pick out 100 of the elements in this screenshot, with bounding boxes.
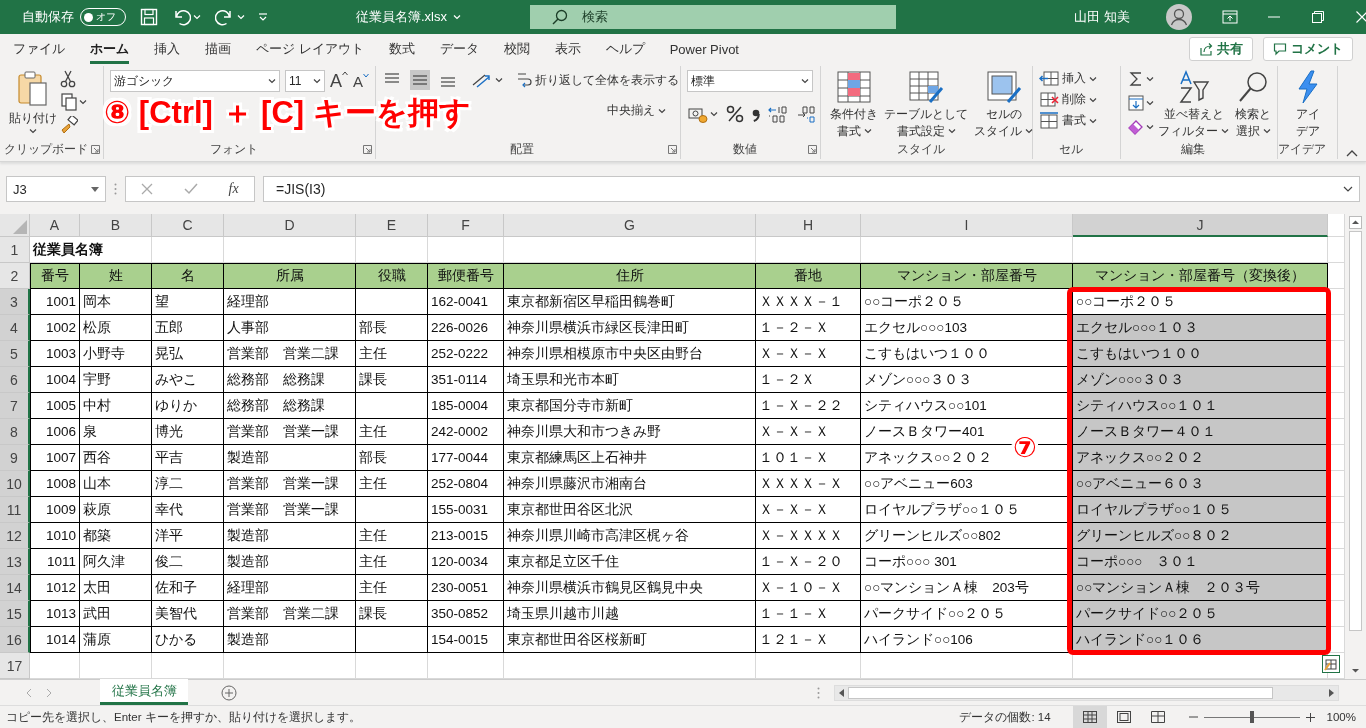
row-header[interactable]: 4 bbox=[0, 315, 30, 341]
column-heading: マンション・部屋番号（変換後） bbox=[1073, 263, 1328, 289]
row-header[interactable]: 2 bbox=[0, 263, 30, 289]
column-header[interactable]: E bbox=[356, 214, 428, 237]
table-cell: 美智代 bbox=[152, 601, 224, 627]
table-cell: 経理部 bbox=[224, 575, 356, 601]
sort-filter-button[interactable]: 並べ替えと フィルター bbox=[1155, 70, 1232, 139]
table-cell: シティハウス○○101 bbox=[861, 393, 1073, 419]
table-cell: １－Ｘ－２０ bbox=[756, 549, 861, 575]
table-cell: ハイランド○○１０６ bbox=[1073, 627, 1328, 653]
column-header[interactable]: D bbox=[224, 214, 356, 237]
delete-button[interactable]: 削除 bbox=[1039, 91, 1097, 108]
row-header[interactable]: 12 bbox=[0, 523, 30, 549]
row-header[interactable]: 5 bbox=[0, 341, 30, 367]
table-cell: 岡本 bbox=[80, 289, 152, 315]
insert-function-button[interactable]: fx bbox=[228, 181, 239, 197]
name-box[interactable]: J3 bbox=[6, 176, 106, 202]
column-header[interactable]: F bbox=[428, 214, 504, 237]
menu-tab[interactable]: 校閲 bbox=[503, 34, 530, 64]
column-header[interactable]: C bbox=[152, 214, 224, 237]
row-header[interactable]: 13 bbox=[0, 549, 30, 575]
number-format-field[interactable]: 標準 bbox=[687, 70, 813, 92]
column-header[interactable]: A bbox=[30, 214, 80, 237]
table-cell: 東京都新宿区早稲田鶴巻町 bbox=[504, 289, 756, 315]
table-cell: 博光 bbox=[152, 419, 224, 445]
search-field[interactable]: 検索 bbox=[530, 5, 896, 29]
row-header[interactable]: 16 bbox=[0, 627, 30, 653]
group-label: 編集 bbox=[1181, 140, 1205, 158]
row-header[interactable]: 11 bbox=[0, 497, 30, 523]
table-cell: 226-0026 bbox=[428, 315, 504, 341]
paste-button[interactable]: 貼り付け bbox=[6, 70, 60, 139]
table-cell: Ｘ－Ｘ－Ｘ bbox=[756, 497, 861, 523]
menu-tab[interactable]: 数式 bbox=[388, 34, 415, 64]
find-select-button[interactable]: 検索と 選択 bbox=[1232, 70, 1274, 139]
font-size-field[interactable]: 11 bbox=[285, 70, 325, 92]
column-header[interactable]: I bbox=[861, 214, 1073, 237]
share-button[interactable]: 共有 bbox=[1189, 37, 1253, 61]
table-cell: 洋平 bbox=[152, 523, 224, 549]
table-cell: 主任 bbox=[356, 523, 428, 549]
shrink-font-button[interactable]: A bbox=[353, 72, 370, 90]
format-button[interactable]: 書式 bbox=[1039, 112, 1097, 129]
table-cell: 1006 bbox=[30, 419, 80, 445]
row-header[interactable]: 9 bbox=[0, 445, 30, 471]
row-header[interactable]: 10 bbox=[0, 471, 30, 497]
format-as-table-button[interactable]: テーブルとして 書式設定 bbox=[881, 70, 971, 139]
row-header[interactable]: 8 bbox=[0, 419, 30, 445]
table-cell: 望 bbox=[152, 289, 224, 315]
cell-styles-button[interactable]: セルの スタイル bbox=[971, 70, 1036, 139]
menu-tab[interactable]: 描画 bbox=[205, 34, 231, 64]
table-cell: 営業部 営業二課 bbox=[224, 341, 356, 367]
table-cell: 神奈川県相模原市中央区由野台 bbox=[504, 341, 756, 367]
column-heading: 郵便番号 bbox=[428, 263, 504, 289]
table-cell: グリーンヒルズ○○８０２ bbox=[1073, 523, 1328, 549]
column-header[interactable]: H bbox=[756, 214, 861, 237]
menu-tab[interactable]: Power Pivot bbox=[669, 34, 739, 64]
table-cell: 埼玉県川越市川越 bbox=[504, 601, 756, 627]
row-header[interactable]: 7 bbox=[0, 393, 30, 419]
conditional-format-button[interactable]: 条件付き 書式 bbox=[827, 70, 881, 139]
wrap-text-button[interactable]: 折り返して全体を表示する bbox=[516, 71, 679, 89]
table-cell: １－２－Ｘ bbox=[756, 315, 861, 341]
column-heading: 番地 bbox=[756, 263, 861, 289]
table-cell: 製造部 bbox=[224, 445, 356, 471]
table-cell: 1005 bbox=[30, 393, 80, 419]
font-name-field[interactable]: 游ゴシック bbox=[110, 70, 280, 92]
menu-tab[interactable]: ヘルプ bbox=[605, 34, 645, 64]
insert-button[interactable]: 挿入 bbox=[1039, 70, 1097, 87]
user-name: 山田 知美 bbox=[1074, 8, 1130, 26]
table-cell: ○○マンションＡ棟 ２０３号 bbox=[1073, 575, 1328, 601]
table-cell: 蒲原 bbox=[80, 627, 152, 653]
zoom-level[interactable]: 100% bbox=[1326, 711, 1356, 723]
table-cell: 東京都世田谷区北沢 bbox=[504, 497, 756, 523]
formula-field[interactable]: =JIS(I3) bbox=[263, 176, 1360, 202]
table-cell: 177-0044 bbox=[428, 445, 504, 471]
row-header[interactable]: 14 bbox=[0, 575, 30, 601]
row-header[interactable]: 6 bbox=[0, 367, 30, 393]
menu-tab[interactable]: データ bbox=[439, 34, 479, 64]
menu-tab[interactable]: ホーム bbox=[90, 34, 129, 64]
table-cell: 1007 bbox=[30, 445, 80, 471]
table-cell: エクセル○○○103 bbox=[861, 315, 1073, 341]
table-cell: 主任 bbox=[356, 549, 428, 575]
menu-tab[interactable]: ファイル bbox=[13, 34, 65, 64]
comment-button[interactable]: コメント bbox=[1263, 37, 1353, 61]
menu-tab[interactable]: ページ レイアウト bbox=[256, 34, 364, 64]
column-header[interactable]: J bbox=[1073, 214, 1328, 237]
menu-tab[interactable]: 表示 bbox=[554, 34, 581, 64]
column-header[interactable]: G bbox=[504, 214, 756, 237]
table-cell: ○○マンションＡ棟 203号 bbox=[861, 575, 1073, 601]
row-header[interactable]: 17 bbox=[0, 653, 30, 679]
column-header[interactable]: B bbox=[80, 214, 152, 237]
menu-tab[interactable]: 挿入 bbox=[154, 34, 180, 64]
row-header[interactable]: 15 bbox=[0, 601, 30, 627]
instruction-text: ⑧ [Ctrl] ＋ [C] キーを押す bbox=[104, 94, 471, 132]
ideas-button[interactable]: アイ デア bbox=[1291, 70, 1324, 139]
row-header[interactable]: 1 bbox=[0, 237, 30, 263]
table-cell: ○○アベニュー６０３ bbox=[1073, 471, 1328, 497]
row-header[interactable]: 3 bbox=[0, 289, 30, 315]
column-heading: 名 bbox=[152, 263, 224, 289]
sheet-tab[interactable]: 従業員名簿 bbox=[100, 679, 188, 705]
merge-center-button[interactable]: 中央揃え bbox=[607, 102, 666, 119]
grow-font-button[interactable]: A bbox=[330, 70, 348, 92]
